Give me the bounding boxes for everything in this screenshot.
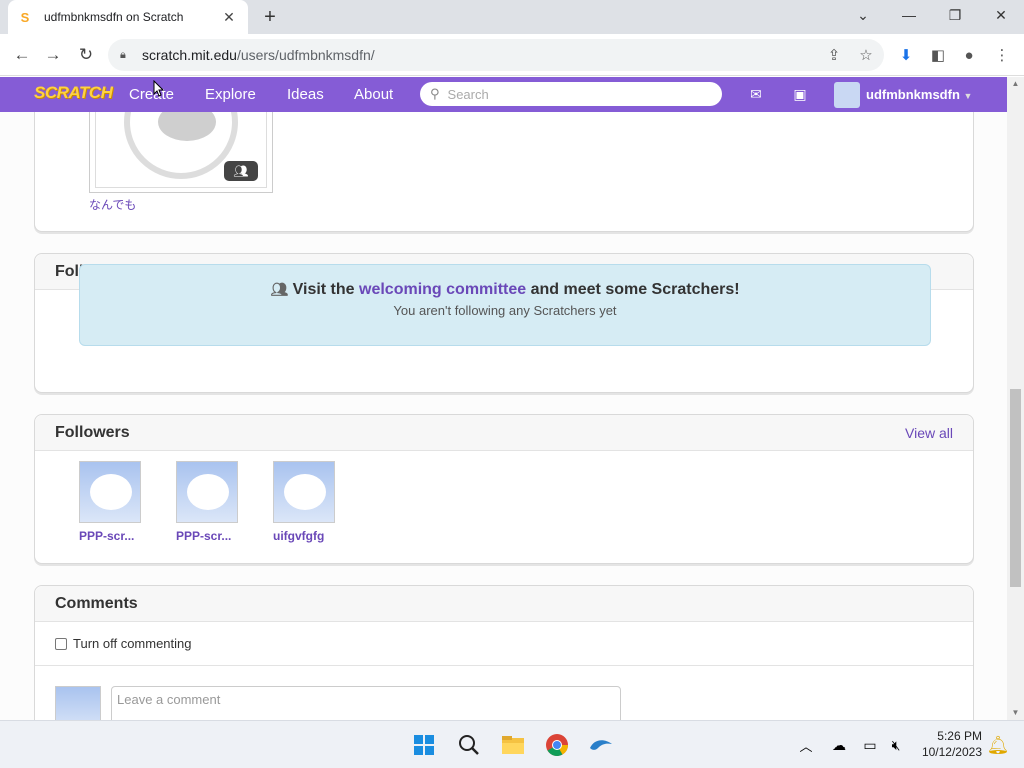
dolphin-app-icon[interactable]: [587, 731, 615, 759]
cat-circle-graphic: [124, 112, 238, 179]
follower-item[interactable]: uifgvfgfg: [273, 461, 337, 543]
welcome-line: 👥︎ Visit the welcoming committee and mee…: [80, 281, 930, 299]
followers-box: Followers View all PPP-scr... PPP-scr...…: [34, 414, 974, 564]
follower-item[interactable]: PPP-scr...: [176, 461, 240, 543]
profile-page: 👥︎ なんでも Following 👥︎ Visit the welcoming…: [0, 112, 1007, 720]
download-icon[interactable]: ⬇: [895, 44, 917, 66]
bookmark-star-icon[interactable]: ☆: [855, 44, 877, 66]
nav-username-label: udfmbnkmsdfn: [866, 87, 960, 102]
scroll-down-arrow-icon[interactable]: ▼: [1007, 706, 1024, 720]
comment-textarea[interactable]: Leave a comment: [111, 686, 621, 720]
comments-box: Comments Turn off commenting Leave a com…: [34, 585, 974, 720]
cat-icon: [158, 112, 216, 141]
scratch-navbar: SCRATCH Create Explore Ideas About ⚲ Sea…: [0, 77, 1007, 112]
view-all-link[interactable]: View all: [905, 425, 953, 441]
url-domain: scratch.mit.edu: [142, 47, 237, 63]
chevron-down-icon: ▼: [963, 91, 973, 101]
browser-tab[interactable]: S udfmbnkmsdfn on Scratch ✕: [8, 0, 248, 34]
welcome-banner: 👥︎ Visit the welcoming committee and mee…: [79, 264, 931, 346]
search-placeholder: Search: [447, 86, 489, 102]
tab-title: udfmbnkmsdfn on Scratch: [44, 10, 184, 24]
chrome-icon[interactable]: [543, 731, 571, 759]
welcome-prefix: Visit the: [292, 281, 355, 298]
follower-item[interactable]: PPP-scr...: [79, 461, 143, 543]
onedrive-icon[interactable]: ☁: [825, 731, 853, 759]
users-icon: 👥︎: [270, 281, 289, 297]
clock-date: 10/12/2023: [921, 745, 982, 759]
follower-avatar[interactable]: [176, 461, 238, 523]
new-tab-icon[interactable]: +: [258, 5, 282, 29]
volume-muted-icon[interactable]: 🔇︎: [882, 731, 910, 759]
follower-name[interactable]: uifgvfgfg: [273, 529, 337, 543]
back-arrow-icon[interactable]: ←: [9, 42, 35, 68]
reload-icon[interactable]: ↻: [73, 42, 99, 68]
followers-title: Followers: [55, 423, 130, 441]
messages-envelope-icon[interactable]: ✉: [745, 85, 767, 103]
follower-name[interactable]: PPP-scr...: [79, 529, 143, 543]
studio-image: 👥︎: [95, 112, 267, 188]
restore-icon[interactable]: ❐: [932, 0, 978, 30]
search-icon: ⚲: [430, 86, 440, 101]
studio-group-icon: 👥︎: [224, 161, 258, 181]
scratch-logo[interactable]: SCRATCH: [34, 83, 113, 105]
windows-taskbar: ︿ ☁ ▭ 🔇︎ 5:26 PM 10/12/2023 🔔︎: [0, 720, 1024, 768]
nav-username[interactable]: udfmbnkmsdfn ▼: [866, 77, 972, 112]
nav-create[interactable]: Create: [129, 77, 174, 112]
my-stuff-folder-icon[interactable]: ▣: [789, 85, 811, 103]
nav-ideas[interactable]: Ideas: [287, 77, 324, 112]
welcome-suffix: and meet some Scratchers!: [530, 281, 740, 298]
studio-thumbnail[interactable]: 👥︎: [89, 112, 273, 193]
studios-box: 👥︎ なんでも: [34, 112, 974, 232]
turn-off-commenting-checkbox[interactable]: [55, 637, 67, 650]
side-panel-icon[interactable]: ◧: [927, 44, 949, 66]
address-bar[interactable]: 🔒︎ scratch.mit.edu/users/udfmbnkmsdfn/: [108, 39, 884, 71]
lock-icon: 🔒︎: [120, 48, 126, 61]
nav-explore[interactable]: Explore: [205, 77, 256, 112]
network-icon[interactable]: ▭: [856, 731, 884, 759]
mouse-cursor-icon: [153, 80, 165, 97]
scratch-favicon-icon: S: [20, 9, 30, 25]
user-avatar[interactable]: [834, 82, 860, 108]
commenter-avatar: [55, 686, 101, 720]
welcoming-committee-link[interactable]: welcoming committee: [359, 281, 526, 298]
profile-avatar-icon[interactable]: ●: [958, 44, 980, 66]
tab-strip: S udfmbnkmsdfn on Scratch ✕ + ⌄ — ❐ ✕: [0, 0, 1024, 34]
comments-header: Comments: [35, 586, 973, 622]
search-input[interactable]: ⚲ Search: [420, 82, 722, 106]
turn-off-commenting-row: Turn off commenting: [35, 622, 973, 666]
show-hidden-icons-chevron-icon[interactable]: ︿: [792, 731, 820, 759]
welcome-subtext: You aren't following any Scratchers yet: [393, 303, 617, 318]
more-menu-icon[interactable]: ⋮: [991, 44, 1013, 66]
file-explorer-icon[interactable]: [499, 731, 527, 759]
turn-off-commenting-label[interactable]: Turn off commenting: [73, 636, 192, 651]
scroll-up-arrow-icon[interactable]: ▲: [1007, 77, 1024, 91]
search-taskbar-icon[interactable]: [455, 731, 483, 759]
comments-title: Comments: [55, 594, 138, 612]
clock-time: 5:26 PM: [937, 729, 982, 743]
tab-close-icon[interactable]: ✕: [220, 9, 238, 26]
nav-about[interactable]: About: [354, 77, 393, 112]
follower-avatar[interactable]: [79, 461, 141, 523]
taskbar-clock[interactable]: 5:26 PM 10/12/2023: [914, 728, 982, 760]
page-scrollbar[interactable]: ▲ ▼: [1007, 77, 1024, 720]
tab-search-chevron-icon[interactable]: ⌄: [840, 0, 886, 30]
notification-bell-icon[interactable]: 🔔︎: [984, 731, 1012, 759]
close-window-icon[interactable]: ✕: [978, 0, 1024, 30]
minimize-icon[interactable]: —: [886, 0, 932, 30]
scroll-thumb[interactable]: [1010, 389, 1021, 587]
windows-start-icon[interactable]: [410, 731, 438, 759]
url-path: /users/udfmbnkmsdfn/: [236, 47, 375, 63]
share-icon[interactable]: ⇪: [823, 44, 845, 66]
followers-header: Followers View all: [35, 415, 973, 451]
studio-name-link[interactable]: なんでも: [89, 196, 136, 213]
forward-arrow-icon[interactable]: →: [40, 42, 66, 68]
following-box: Following 👥︎ Visit the welcoming committ…: [34, 253, 974, 393]
browser-toolbar: ← → ↻ 🔒︎ scratch.mit.edu/users/udfmbnkms…: [0, 34, 1024, 76]
follower-avatar[interactable]: [273, 461, 335, 523]
follower-name[interactable]: PPP-scr...: [176, 529, 240, 543]
